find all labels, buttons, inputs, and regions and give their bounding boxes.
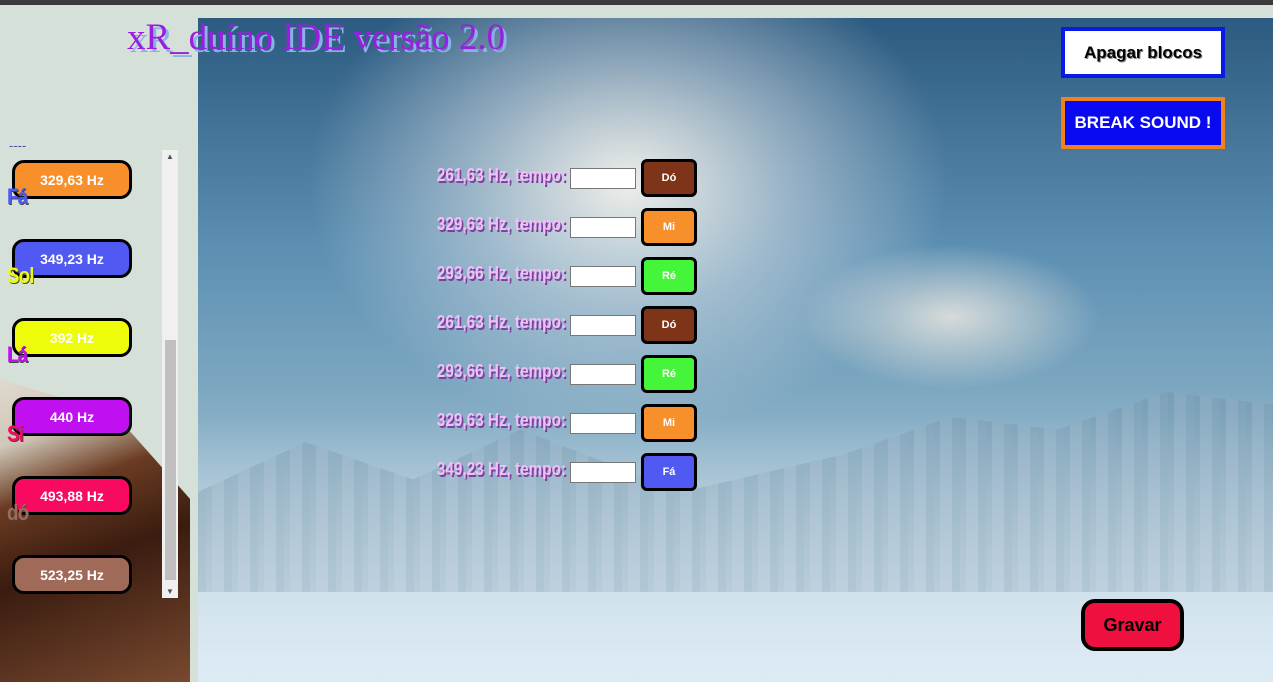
block-label: 293,66 Hz, tempo:	[436, 361, 566, 381]
scroll-down-icon[interactable]: ▼	[162, 587, 178, 596]
note-palette: 329,63 Hz Fá 349,23 Hz Sol 392 Hz Lá 440 Hz Si 4…	[0, 150, 178, 598]
tempo-input[interactable]	[570, 217, 636, 238]
tempo-input[interactable]	[570, 168, 636, 189]
note-button[interactable]: Dó	[641, 159, 697, 197]
tempo-input[interactable]	[570, 413, 636, 434]
note-block-button[interactable]: 440 Hz	[12, 397, 132, 436]
note-button[interactable]: Ré	[641, 355, 697, 393]
scrollbar-thumb[interactable]	[165, 340, 176, 580]
program-block: 329,63 Hz, tempo: Mi	[400, 404, 700, 442]
block-label: 329,63 Hz, tempo:	[436, 214, 566, 234]
record-button[interactable]: Gravar	[1081, 599, 1184, 651]
note-block-button[interactable]: 329,63 Hz	[12, 160, 132, 199]
note-button[interactable]: Mi	[641, 208, 697, 246]
program-block: 349,23 Hz, tempo: Fá	[400, 453, 700, 491]
program-block: 261,63 Hz, tempo: Dó	[400, 159, 700, 197]
note-button[interactable]: Ré	[641, 257, 697, 295]
program-block: 293,66 Hz, tempo: Ré	[400, 257, 700, 295]
city-image	[198, 392, 1273, 592]
block-label: 261,63 Hz, tempo:	[436, 312, 566, 332]
note-button[interactable]: Dó	[641, 306, 697, 344]
note-button[interactable]: Mi	[641, 404, 697, 442]
block-label: 261,63 Hz, tempo:	[436, 165, 566, 185]
note-button[interactable]: Fá	[641, 453, 697, 491]
note-label: Fá	[7, 184, 28, 209]
scrollbar[interactable]: ▲ ▼	[162, 150, 178, 598]
program-block: 329,63 Hz, tempo: Mi	[400, 208, 700, 246]
block-label: 329,63 Hz, tempo:	[436, 410, 566, 430]
note-label: dó	[7, 500, 29, 525]
tempo-input[interactable]	[570, 266, 636, 287]
scroll-up-icon[interactable]: ▲	[162, 152, 178, 161]
note-block-button[interactable]: 493,88 Hz	[12, 476, 132, 515]
note-block-button[interactable]: 392 Hz	[12, 318, 132, 357]
tempo-input[interactable]	[570, 315, 636, 336]
program-block: 293,66 Hz, tempo: Ré	[400, 355, 700, 393]
tempo-input[interactable]	[570, 364, 636, 385]
note-label: Si	[7, 421, 24, 446]
clear-blocks-button[interactable]: Apagar blocos	[1061, 27, 1225, 78]
note-block-button[interactable]: 523,25 Hz	[12, 555, 132, 594]
note-label: Sol	[7, 263, 34, 288]
block-label: 349,23 Hz, tempo:	[436, 459, 566, 479]
note-label: Lá	[7, 342, 28, 367]
break-sound-button[interactable]: BREAK SOUND !	[1061, 97, 1225, 149]
block-label: 293,66 Hz, tempo:	[436, 263, 566, 283]
page-title: xR_duíno IDE versão 2.0	[127, 17, 506, 58]
program-block: 261,63 Hz, tempo: Dó	[400, 306, 700, 344]
tempo-input[interactable]	[570, 462, 636, 483]
